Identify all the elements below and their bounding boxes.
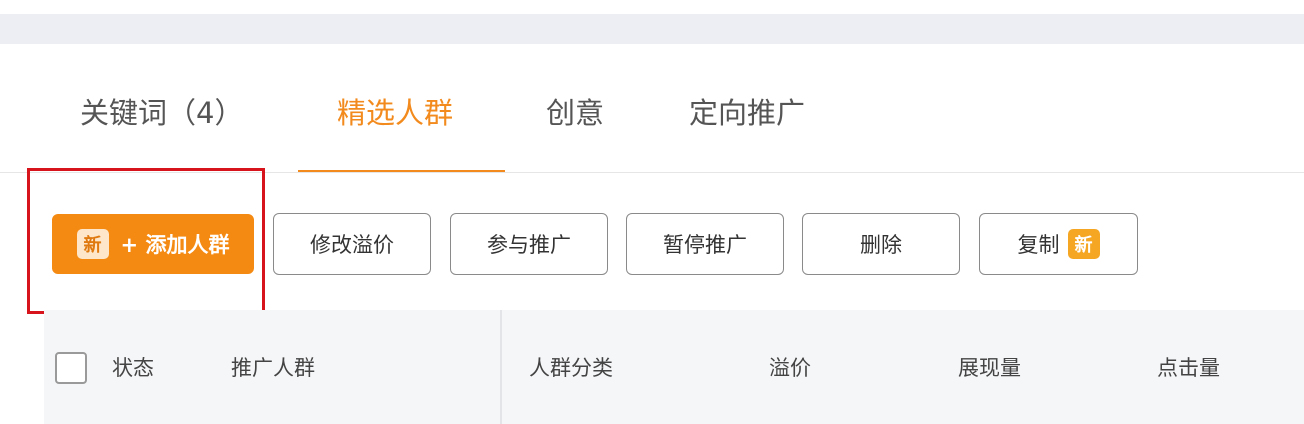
pause-promotion-button[interactable]: 暂停推广 — [626, 213, 784, 275]
add-crowd-label: + 添加人群 — [120, 233, 230, 257]
new-badge: 新 — [76, 229, 109, 259]
new-badge: 新 — [1067, 229, 1100, 259]
column-header-crowd: 推广人群 — [231, 356, 315, 380]
header-band — [0, 14, 1304, 44]
modify-bid-button[interactable]: 修改溢价 — [273, 213, 431, 275]
copy-label: 复制 — [1017, 233, 1060, 257]
column-header-bid: 溢价 — [769, 356, 811, 380]
tab-keywords[interactable]: 关键词（4） — [80, 90, 243, 132]
tab-creative[interactable]: 创意 — [546, 90, 604, 132]
copy-button[interactable]: 复制 新 — [979, 213, 1138, 275]
column-header-clicks: 点击量 — [1157, 356, 1220, 380]
join-promotion-button[interactable]: 参与推广 — [450, 213, 608, 275]
top-strip — [0, 0, 1304, 14]
column-header-crowd-category: 人群分类 — [529, 356, 613, 380]
select-all-checkbox[interactable] — [55, 352, 87, 384]
column-header-status: 状态 — [112, 356, 154, 380]
tab-selected-crowd[interactable]: 精选人群 — [337, 90, 453, 132]
delete-button[interactable]: 删除 — [802, 213, 960, 275]
tab-targeted-promotion[interactable]: 定向推广 — [689, 90, 805, 132]
add-crowd-button[interactable]: 新 + 添加人群 — [52, 214, 254, 274]
column-header-impressions: 展现量 — [958, 356, 1021, 380]
